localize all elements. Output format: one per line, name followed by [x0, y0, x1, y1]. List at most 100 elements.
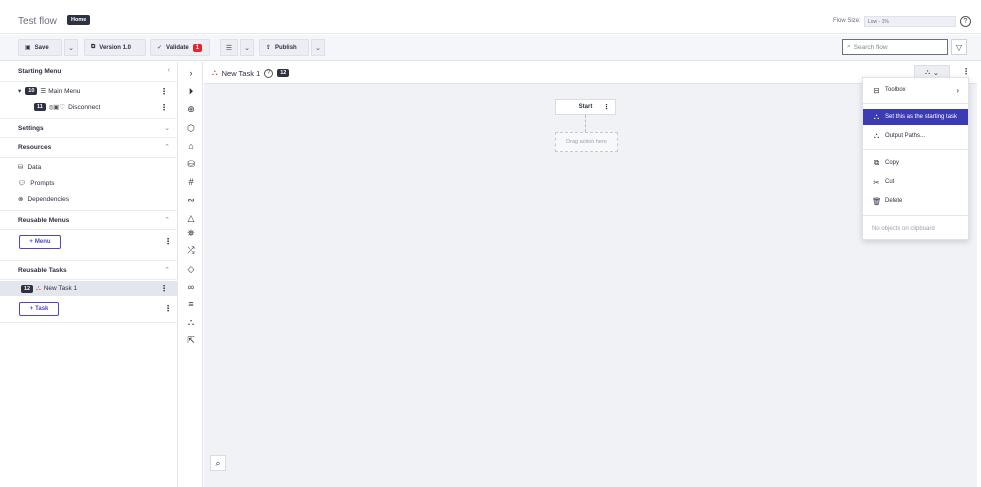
- loop-icon[interactable]: ∞: [184, 280, 198, 294]
- publish-dropdown-button[interactable]: ⌄: [311, 39, 325, 56]
- home-badge: Home: [67, 15, 91, 25]
- more-options-icon[interactable]: ⋮: [603, 103, 610, 111]
- task-tree-icon: ⛬: [36, 284, 41, 292]
- hash-icon[interactable]: #: [184, 175, 198, 189]
- search-input[interactable]: ⌕ Search flow: [842, 39, 948, 55]
- tree-item-main-menu[interactable]: ▾ 10 ☰ Main Menu ⋮: [0, 84, 178, 98]
- copy-icon: ⧉: [873, 158, 880, 167]
- lock-icon[interactable]: ⌂: [184, 139, 198, 153]
- version-button[interactable]: ⧉ Version 1.0: [84, 39, 146, 56]
- chat-icon: 💬︎: [18, 180, 27, 187]
- validate-button[interactable]: ✓ Validate 1: [150, 39, 210, 56]
- action-toolbox-rail: › ⏵ ⊕ ⬡ ⌂ ⛁ # ∾ △ ⛯ ⤮ ◇ ∞ ≡ ⛬ ⇱: [179, 62, 203, 487]
- external-link-icon[interactable]: ⇱: [184, 333, 198, 347]
- menu-item-delete[interactable]: 🗑︎ Delete: [863, 193, 968, 209]
- caret-down-icon: ▾: [18, 88, 22, 95]
- task-item-new-task-1[interactable]: 12 ⛬ New Task 1 ⋮: [0, 281, 178, 296]
- toolbar: ▣ Save ⌄ ⧉ Version 1.0 ✓ Validate 1 ☰ ⌄ …: [0, 35, 981, 61]
- section-resources[interactable]: Resources ⌃: [0, 138, 178, 158]
- flow-size-label: Flow Size:: [833, 18, 861, 24]
- more-options-icon[interactable]: ⋮: [164, 237, 172, 246]
- search-icon: ⌕: [847, 43, 851, 50]
- plus-icon: +: [29, 239, 33, 245]
- add-task-button[interactable]: + Task: [19, 302, 59, 316]
- toolbox-icon: ⊟: [873, 85, 880, 95]
- link-icon[interactable]: ∾: [184, 193, 198, 207]
- section-reusable-tasks[interactable]: Reusable Tasks ⌃: [0, 260, 178, 280]
- clipboard-note: No objects on clipboard: [872, 226, 935, 232]
- help-icon[interactable]: ?: [264, 68, 274, 78]
- context-menu: ⊟ Toolbox › ⛬ Set this as the starting t…: [862, 77, 969, 240]
- more-options-icon[interactable]: ⋮: [160, 284, 168, 293]
- action-drop-zone[interactable]: Drag action here: [555, 132, 618, 152]
- alert-icon[interactable]: △: [184, 211, 198, 225]
- zoom-button[interactable]: ⌕: [210, 455, 226, 471]
- app-header: Test flow Home Flow Size: Low - 1% ?: [0, 0, 981, 34]
- menu-item-output-paths[interactable]: ⛬ Output Paths...: [863, 128, 968, 144]
- search-icon: ⌕: [215, 457, 221, 468]
- chevron-down-icon: ⌄: [68, 44, 74, 52]
- plus-icon: +: [29, 306, 34, 312]
- chevron-up-icon: ⌃: [164, 267, 170, 274]
- chevron-left-icon[interactable]: ‹: [168, 67, 170, 74]
- section-settings[interactable]: Settings ⌄: [0, 118, 178, 138]
- more-options-icon[interactable]: ⋮: [962, 67, 970, 76]
- menu-item-copy[interactable]: ⧉ Copy: [863, 155, 968, 171]
- filter-button[interactable]: ▽: [951, 39, 967, 55]
- menu-item-cut[interactable]: ✂ Cut: [863, 174, 968, 190]
- database-icon[interactable]: ⛁: [184, 157, 198, 171]
- task-tree-icon: ⛬: [925, 68, 931, 76]
- flow-size-meter: Low - 1%: [864, 16, 956, 27]
- task-tree-icon[interactable]: ⛬: [184, 315, 198, 329]
- flow-title: Test flow: [18, 16, 57, 27]
- divider: [0, 322, 178, 323]
- task-number-badge: 12: [277, 69, 290, 77]
- section-reusable-menus[interactable]: Reusable Menus ⌃: [0, 210, 178, 230]
- chevron-down-icon: ⌄: [315, 44, 321, 52]
- chevron-down-icon: ⌄: [933, 69, 939, 77]
- save-button[interactable]: ▣ Save: [18, 39, 62, 56]
- menu-item-set-starting-task[interactable]: ⛬ Set this as the starting task: [863, 109, 968, 125]
- list-view-button[interactable]: ☰: [220, 39, 238, 56]
- help-icon[interactable]: ?: [960, 16, 971, 27]
- dependencies-icon: ⊗: [18, 196, 24, 203]
- lines-icon[interactable]: ≡: [184, 297, 198, 311]
- add-menu-button[interactable]: + Menu: [19, 235, 61, 249]
- divider: [863, 149, 968, 150]
- task-tree-icon: ⛬: [873, 131, 880, 140]
- section-starting-menu[interactable]: Starting Menu ‹: [0, 62, 178, 82]
- list-icon: ☰: [225, 44, 233, 52]
- more-options-icon[interactable]: ⋮: [164, 304, 172, 313]
- chevron-right-icon[interactable]: ›: [184, 66, 198, 80]
- globe-icon[interactable]: ⊕: [184, 102, 198, 116]
- more-options-icon[interactable]: ⋮: [160, 103, 168, 112]
- resource-item-dependencies[interactable]: ⊗ Dependencies: [0, 192, 178, 206]
- shuffle-icon[interactable]: ⤮: [184, 243, 198, 257]
- connector-line: [585, 115, 586, 132]
- menu-item-toolbox[interactable]: ⊟ Toolbox ›: [863, 82, 968, 98]
- resource-item-prompts[interactable]: 💬︎ Prompts: [0, 176, 178, 190]
- save-dropdown-button[interactable]: ⌄: [64, 39, 78, 56]
- task-title: ⛬ New Task 1 ? 12: [212, 68, 292, 78]
- database-icon: ⛁: [18, 164, 24, 171]
- resource-item-data[interactable]: ⛁ Data: [0, 160, 178, 174]
- upload-icon: ⇪: [266, 45, 272, 51]
- chevron-down-icon: ⌄: [244, 44, 250, 52]
- more-options-icon[interactable]: ⋮: [160, 87, 168, 96]
- task-tree-icon: ⛬: [873, 112, 880, 121]
- start-node[interactable]: Start ⋮: [555, 99, 616, 115]
- diamond-icon[interactable]: ◇: [184, 262, 198, 276]
- save-icon: ▣: [25, 45, 31, 51]
- view-dropdown-button[interactable]: ⌄: [240, 39, 254, 56]
- menu-icon: ☰: [40, 88, 47, 95]
- tree-item-disconnect[interactable]: 11 ⦻▣♡ Disconnect ⋮: [0, 100, 178, 114]
- scissors-icon: ✂: [873, 177, 880, 187]
- chevron-right-icon: ›: [956, 85, 959, 95]
- binoculars-icon[interactable]: ⛯: [184, 226, 198, 240]
- left-panel: Starting Menu ‹ ▾ 10 ☰ Main Menu ⋮ 11 ⦻▣…: [0, 62, 178, 487]
- play-icon[interactable]: ⏵: [184, 84, 198, 98]
- publish-button[interactable]: ⇪ Publish: [259, 39, 309, 56]
- puzzle-icon[interactable]: ⬡: [184, 121, 198, 135]
- task-tree-icon: ⛬: [212, 68, 218, 77]
- copy-icon: ⧉: [91, 44, 96, 50]
